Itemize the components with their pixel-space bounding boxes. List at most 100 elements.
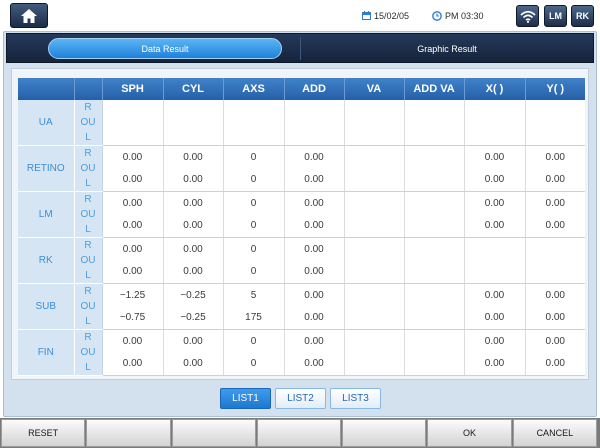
eye-label-l: L xyxy=(85,132,91,143)
cell-add xyxy=(284,100,345,123)
eye-labels: R OU L xyxy=(74,145,103,192)
wifi-button[interactable] xyxy=(516,5,539,27)
cell-cyl: 0.00 xyxy=(163,191,224,215)
list-button-list3[interactable]: LIST3 xyxy=(330,388,381,409)
eye-label-l: L xyxy=(85,178,91,189)
header-row: SPH CYL AXS ADD VA ADD VA X( ) Y( ) xyxy=(18,78,585,100)
home-button[interactable] xyxy=(10,3,48,28)
data-result-screen: 15/02/05 PM 03:30 LM RK Data Result Grap… xyxy=(0,0,600,448)
row-label-lm[interactable]: LM xyxy=(18,191,75,238)
cell-add-va xyxy=(404,283,465,307)
footer-button-4[interactable] xyxy=(256,419,342,447)
cell-axs: 0 xyxy=(223,191,285,215)
tab-graphic-result[interactable]: Graphic Result xyxy=(301,38,593,59)
cell-add: 0.00 xyxy=(284,168,345,192)
column-header-axs: AXS xyxy=(223,78,285,100)
eye-label-r: R xyxy=(84,332,92,343)
cell-va xyxy=(344,260,405,284)
cell-add-va xyxy=(404,306,465,330)
tab-data-result[interactable]: Data Result xyxy=(48,38,282,59)
cell-y: 0.00 xyxy=(545,151,565,163)
footer-button-5[interactable] xyxy=(342,419,427,447)
cell-add-va xyxy=(404,100,465,123)
cell-x xyxy=(464,237,526,261)
lm-button[interactable]: LM xyxy=(544,5,567,27)
list-button-list1[interactable]: LIST1 xyxy=(220,388,271,409)
footer-bar: RESET OK CANCEL xyxy=(0,418,600,448)
table-row: 0.00 0.00 0 0.00 0.00 0.00 xyxy=(18,168,585,192)
table-row: 0.00 0.00 0 0.00 xyxy=(18,260,585,284)
cell-va xyxy=(344,237,405,261)
row-label-ua[interactable]: UA xyxy=(18,100,75,146)
cell-axs: 0 xyxy=(223,329,285,353)
cell-add: 0.00 xyxy=(284,283,345,307)
eye-label-ou: OU xyxy=(80,347,96,358)
rk-button[interactable]: RK xyxy=(571,5,594,27)
cell-axs: 0 xyxy=(223,260,285,284)
eye-labels: R OU L xyxy=(74,100,103,146)
eye-label-l: L xyxy=(85,362,91,373)
eye-label-ou: OU xyxy=(80,301,96,312)
top-bar: 15/02/05 PM 03:30 LM RK xyxy=(0,0,600,31)
cell-sph: 0.00 xyxy=(102,145,164,169)
cell-axs xyxy=(223,100,285,123)
list-button-list2[interactable]: LIST2 xyxy=(275,388,326,409)
cell-va xyxy=(344,168,405,192)
cancel-button[interactable]: CANCEL xyxy=(512,419,597,447)
table-row: −0.75 −0.25 175 0.00 0.00 0.00 xyxy=(18,306,585,330)
date-display: 15/02/05 xyxy=(362,10,409,21)
cell-x: 0.00 xyxy=(464,352,526,376)
cell-axs: 0 xyxy=(223,237,285,261)
cell-sph: 0.00 xyxy=(102,329,164,353)
eye-label-ou: OU xyxy=(80,255,96,266)
cell-sph: 0.00 xyxy=(102,191,164,215)
cell-cyl xyxy=(163,100,224,123)
list-selector: LIST1 LIST2 LIST3 xyxy=(220,388,381,409)
cell-va xyxy=(344,283,405,307)
calendar-icon xyxy=(362,11,371,20)
cell-sph: 0.00 xyxy=(102,260,164,284)
cell-add: 0.00 xyxy=(284,352,345,376)
footer-button-2[interactable] xyxy=(86,419,171,447)
cell-sph xyxy=(102,123,164,146)
eye-labels: R OU L xyxy=(74,283,103,330)
eye-label-ou: OU xyxy=(80,117,96,128)
cell-sph: 0.00 xyxy=(102,168,164,192)
column-header-label xyxy=(18,78,75,100)
table-row: 0.00 0.00 0 0.00 0.00 0.00 xyxy=(18,214,585,238)
cell-axs: 0 xyxy=(223,168,285,192)
cell-va xyxy=(344,191,405,215)
cell-y xyxy=(525,100,585,123)
cell-add: 0.00 xyxy=(284,306,345,330)
cell-cyl: 0.00 xyxy=(163,237,224,261)
footer-button-3[interactable] xyxy=(171,419,256,447)
reset-button[interactable]: RESET xyxy=(1,419,86,447)
cell-va xyxy=(344,352,405,376)
eye-label-r: R xyxy=(84,194,92,205)
row-label-fin[interactable]: FIN xyxy=(18,329,75,376)
row-label-sub[interactable]: SUB xyxy=(18,283,75,330)
row-label-retino[interactable]: RETINO xyxy=(18,145,75,192)
cell-axs: 175 xyxy=(223,306,285,330)
ok-button[interactable]: OK xyxy=(427,419,512,447)
cell-axs xyxy=(223,123,285,146)
column-header-va: VA xyxy=(344,78,405,100)
wifi-icon xyxy=(519,10,536,23)
column-header-eye xyxy=(74,78,103,100)
time-display: PM 03:30 xyxy=(432,10,484,21)
cell-x xyxy=(464,260,526,284)
cell-y xyxy=(525,123,585,146)
cell-va xyxy=(344,100,405,123)
cell-x: 0.00 xyxy=(464,214,526,238)
eye-labels: R OU L xyxy=(74,329,103,376)
cell-x: 0.00 xyxy=(464,145,526,169)
cell-add-va xyxy=(404,214,465,238)
eye-label-l: L xyxy=(85,316,91,327)
table-row: 0.00 0.00 0 0.00 0.00 0.00 xyxy=(18,352,585,376)
row-label-rk[interactable]: RK xyxy=(18,237,75,284)
cell-axs: 0 xyxy=(223,352,285,376)
eye-label-r: R xyxy=(84,240,92,251)
cell-cyl: 0.00 xyxy=(163,329,224,353)
cell-x: 0.00 xyxy=(464,329,526,353)
column-header-add: ADD xyxy=(284,78,345,100)
